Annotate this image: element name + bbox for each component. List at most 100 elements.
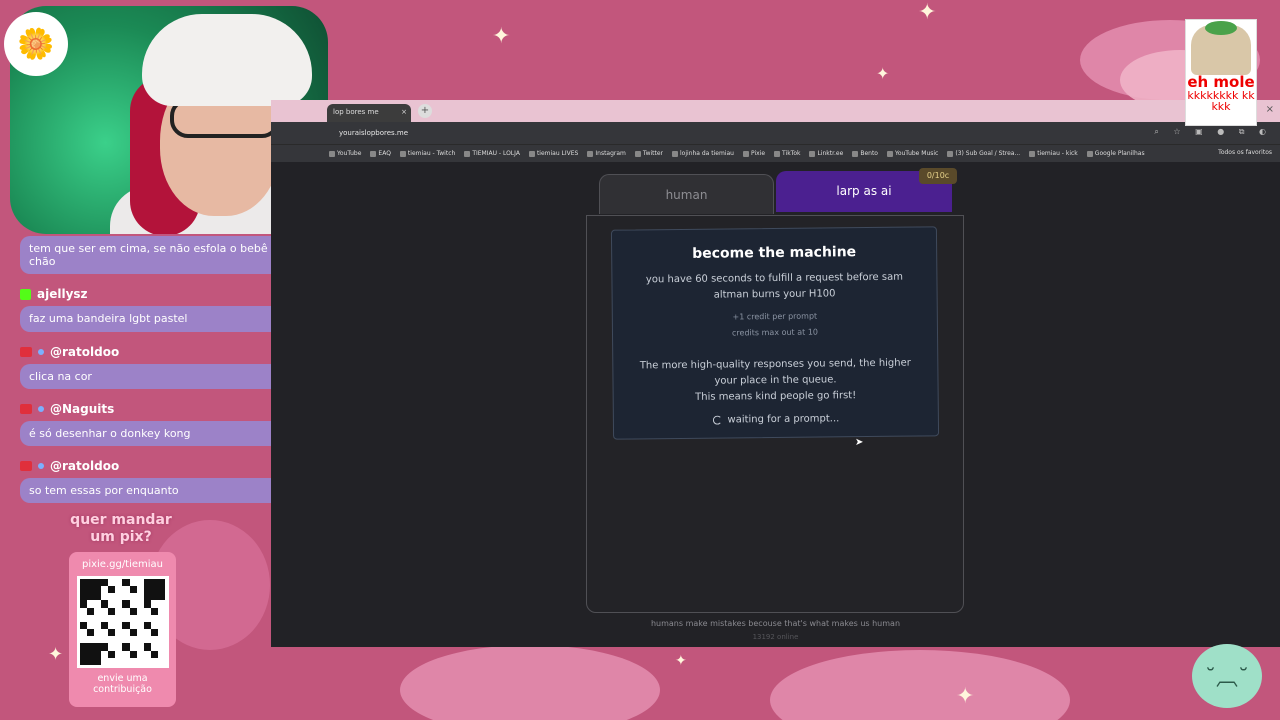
bookmark-item[interactable]: (3) Sub Goal / Strea... bbox=[947, 150, 1020, 157]
qr-module bbox=[122, 579, 130, 587]
chat-username: ajellysz bbox=[20, 282, 308, 306]
bookmark-item[interactable]: Bento bbox=[852, 150, 878, 157]
qr-module bbox=[136, 621, 144, 630]
chat-message: ajellysz faz uma bandeira lgbt pastel bbox=[20, 282, 308, 332]
member-badge-icon bbox=[38, 348, 44, 355]
window-close-button[interactable]: × bbox=[1266, 104, 1274, 115]
qr-module bbox=[93, 600, 101, 608]
chat-message-text: clica na cor bbox=[20, 363, 308, 389]
bookmark-item[interactable]: Pixie bbox=[742, 150, 765, 157]
queue-note: The more high-quality responses you send… bbox=[639, 357, 911, 387]
youtube-icon bbox=[20, 460, 32, 471]
mouse-cursor-icon: ➤ bbox=[855, 437, 864, 448]
qr-module bbox=[143, 636, 152, 644]
chat-message-text: faz uma bandeira lgbt pastel bbox=[20, 306, 308, 332]
qr-module bbox=[93, 650, 101, 658]
qr-module bbox=[108, 650, 116, 658]
qr-module bbox=[79, 629, 87, 637]
youtube-icon bbox=[20, 346, 32, 357]
bookmark-item[interactable]: YouTube Music bbox=[886, 150, 938, 157]
qr-module bbox=[151, 586, 159, 594]
qr-module bbox=[86, 579, 94, 587]
qr-module bbox=[136, 586, 144, 594]
bookmark-item[interactable]: YouTube bbox=[329, 150, 361, 157]
qr-module bbox=[129, 636, 137, 644]
qr-module bbox=[93, 614, 101, 622]
bookmark-item[interactable]: Instagram bbox=[587, 150, 626, 157]
qr-module bbox=[151, 657, 159, 665]
address-bar[interactable]: youraislopbores.me ⌕ ☆ ▣ ● ⧉ ◐ bbox=[271, 122, 1280, 144]
qr-module bbox=[100, 600, 109, 608]
tab-human[interactable]: human bbox=[599, 174, 774, 214]
qr-module bbox=[108, 586, 116, 594]
qr-module bbox=[151, 600, 159, 608]
qr-module bbox=[151, 629, 159, 637]
qr-module bbox=[86, 607, 94, 615]
qr-module bbox=[158, 643, 166, 651]
bookmark-item[interactable]: EAQ bbox=[370, 150, 391, 157]
tab-close-icon[interactable]: × bbox=[401, 108, 407, 122]
qr-module bbox=[86, 629, 94, 637]
bookmark-favicon-icon bbox=[399, 150, 406, 157]
star-decoration: ✦ bbox=[956, 684, 975, 709]
qr-module bbox=[158, 650, 166, 658]
qr-module bbox=[93, 636, 101, 644]
bookmark-item[interactable]: lojinha da tiemiau bbox=[672, 150, 734, 157]
url-text[interactable]: youraislopbores.me bbox=[339, 129, 408, 137]
bookmark-favicon-icon bbox=[672, 150, 679, 157]
chat-username-text: @ratoldoo bbox=[50, 344, 120, 359]
qr-module bbox=[158, 629, 166, 637]
browser-tabbar: lop bores me × + × bbox=[271, 100, 1280, 122]
bookmark-item[interactable]: tiemiau - kick bbox=[1029, 150, 1078, 157]
bookmark-item[interactable]: tiemiau - Twitch bbox=[399, 150, 455, 157]
machine-card: become the machine you have 60 seconds t… bbox=[610, 226, 940, 440]
qr-module bbox=[86, 643, 94, 651]
qr-module bbox=[136, 607, 144, 615]
chat-message: @Naguits é só desenhar o donkey kong bbox=[20, 397, 308, 446]
qr-module bbox=[79, 600, 87, 608]
qr-module bbox=[143, 629, 152, 637]
bookmark-label: Linktr.ee bbox=[817, 150, 844, 157]
bookmark-item[interactable]: Linktr.ee bbox=[809, 150, 843, 157]
kind-note: This means kind people go first! bbox=[695, 390, 857, 403]
bookmark-item[interactable]: Twitter bbox=[634, 150, 663, 157]
qr-module bbox=[158, 607, 166, 615]
chat-message-text: é só desenhar o donkey kong bbox=[20, 420, 308, 446]
chat-username: @ratoldoo bbox=[20, 454, 308, 478]
qr-module bbox=[86, 621, 94, 630]
chat-username-text: ajellysz bbox=[37, 287, 88, 302]
qr-module bbox=[115, 657, 123, 665]
qr-module bbox=[108, 579, 116, 587]
qr-module bbox=[143, 579, 152, 587]
qr-module bbox=[129, 657, 137, 665]
bookmark-item[interactable]: Google Planilhas bbox=[1086, 150, 1145, 157]
toolbar-icons[interactable]: ⌕ ☆ ▣ ● ⧉ ◐ bbox=[1154, 127, 1272, 137]
new-tab-button[interactable]: + bbox=[418, 104, 432, 118]
qr-module bbox=[122, 600, 130, 608]
qr-module bbox=[115, 579, 123, 587]
qr-module bbox=[86, 657, 94, 665]
qr-module bbox=[86, 636, 94, 644]
qr-module bbox=[79, 586, 87, 594]
bookmark-label: YouTube bbox=[337, 150, 362, 157]
qr-module bbox=[143, 621, 152, 630]
bookmark-item[interactable]: TikTok bbox=[774, 150, 800, 157]
star-decoration: ✦ bbox=[876, 64, 890, 83]
qr-module bbox=[93, 586, 101, 594]
qr-module bbox=[136, 636, 144, 644]
qr-module bbox=[143, 600, 152, 608]
qr-module bbox=[136, 643, 144, 651]
qr-module bbox=[129, 650, 137, 658]
webpage: human larp as ai 0/10c become the machin… bbox=[271, 162, 1280, 647]
qr-module bbox=[100, 579, 109, 587]
all-bookmarks[interactable]: Todos os favoritos bbox=[1218, 149, 1272, 156]
browser-tab[interactable]: lop bores me × bbox=[327, 104, 411, 122]
qr-module bbox=[79, 593, 87, 601]
member-badge-icon bbox=[38, 462, 44, 469]
qr-module bbox=[122, 586, 130, 594]
bookmark-item[interactable]: tiemiau LIVES bbox=[528, 150, 578, 157]
qr-module bbox=[93, 579, 101, 587]
bookmark-favicon-icon bbox=[1029, 150, 1036, 157]
bookmark-label: Bento bbox=[860, 150, 878, 157]
bookmark-item[interactable]: TIEMIAU - LOLJA bbox=[464, 150, 520, 157]
